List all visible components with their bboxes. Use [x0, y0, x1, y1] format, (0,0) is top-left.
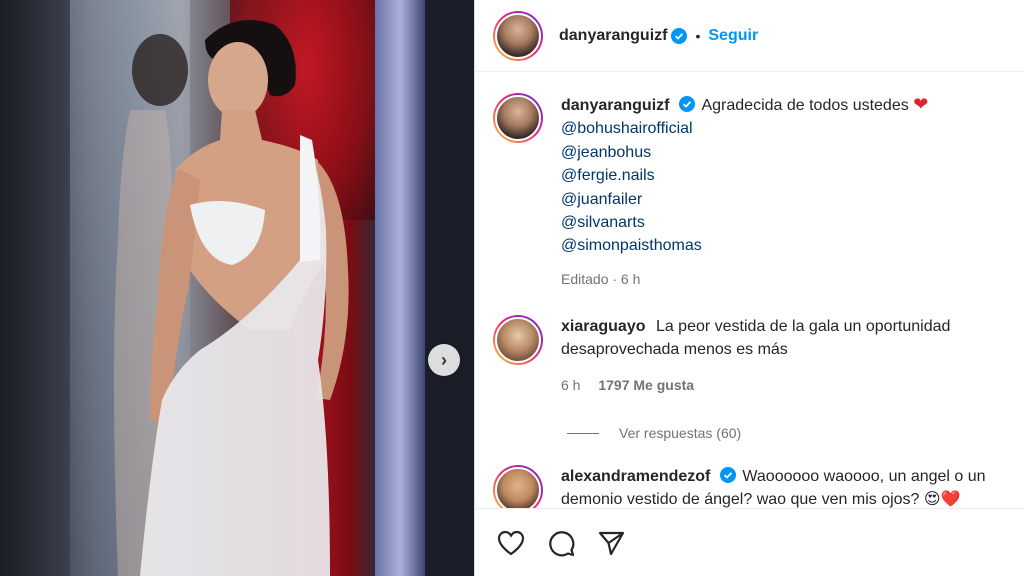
- comment-button[interactable]: [545, 527, 577, 559]
- verified-icon: [671, 27, 688, 44]
- comment-icon: [549, 530, 575, 556]
- author-username[interactable]: danyaranguizf: [559, 27, 667, 45]
- commenter-avatar[interactable]: [493, 315, 543, 365]
- replies-divider: [567, 432, 599, 434]
- mention-link[interactable]: @fergie.nails: [561, 164, 1001, 187]
- commenter-username[interactable]: alexandramendezof: [561, 468, 710, 485]
- header-separator: •: [695, 27, 701, 44]
- like-button[interactable]: [495, 527, 527, 559]
- verified-icon: [720, 467, 737, 483]
- post-actions-bar: [475, 508, 1024, 576]
- heart-emoji: ❤: [913, 94, 929, 114]
- comment-item: alexandramendezof Waoooooo waoooo, un ang…: [493, 465, 1021, 508]
- caption-text: Agradecida de todos ustedes: [701, 97, 909, 114]
- follow-button[interactable]: Seguir: [708, 27, 758, 45]
- verified-icon: [679, 96, 696, 112]
- view-replies-button[interactable]: Ver respuestas (60): [567, 425, 741, 441]
- woman-figure-image: [114, 20, 349, 576]
- caption-meta: Editado · 6 h: [561, 270, 641, 287]
- caption-username[interactable]: danyaranguizf: [561, 97, 669, 114]
- mention-link[interactable]: @simonpaisthomas: [561, 234, 1001, 257]
- author-avatar[interactable]: [493, 10, 543, 61]
- comment-time: 6 h: [561, 376, 581, 393]
- commenter-username[interactable]: xiaraguayo: [561, 318, 645, 335]
- mention-link[interactable]: @silvanarts: [561, 211, 1001, 234]
- comment-item: xiaraguayo La peor vestida de la gala un…: [493, 315, 1001, 397]
- mention-link[interactable]: @jeanbohus: [561, 141, 1001, 164]
- mention-link[interactable]: @bohushairofficial: [561, 117, 1001, 140]
- chevron-right-icon: ›: [441, 350, 447, 370]
- post-side-panel: danyaranguizf • Seguir danyaranguizf Agra…: [474, 0, 1024, 576]
- commenter-avatar[interactable]: [493, 465, 543, 508]
- heart-icon: [497, 530, 525, 555]
- caption-item: danyaranguizf Agradecida de todos ustedes…: [493, 93, 1001, 291]
- share-button[interactable]: [595, 527, 627, 559]
- mention-link[interactable]: @juanfailer: [561, 188, 1001, 211]
- view-replies-label: Ver respuestas (60): [619, 425, 742, 441]
- post-header: danyaranguizf • Seguir: [475, 0, 1024, 72]
- share-icon: [598, 531, 625, 555]
- comments-list[interactable]: danyaranguizf Agradecida de todos ustedes…: [475, 73, 1024, 508]
- caption-avatar[interactable]: [493, 93, 543, 143]
- comment-likes[interactable]: 1797 Me gusta: [598, 377, 694, 393]
- next-photo-button[interactable]: ›: [428, 344, 460, 376]
- post-photo[interactable]: ›: [0, 0, 474, 576]
